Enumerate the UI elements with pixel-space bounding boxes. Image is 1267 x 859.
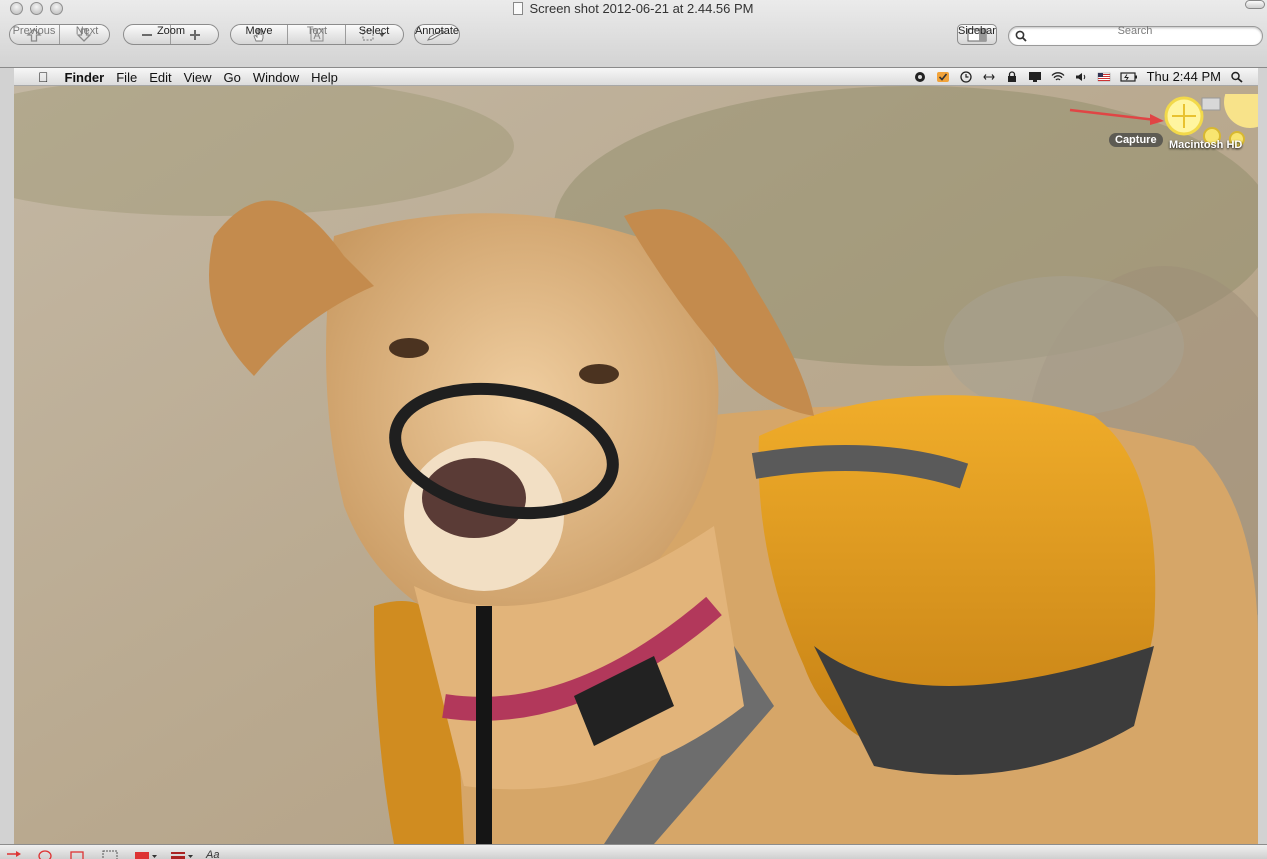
menu-help: Help bbox=[300, 69, 338, 85]
menu-view: View bbox=[173, 69, 212, 85]
search-label: Search bbox=[1117, 25, 1153, 37]
menubar-clock: Thu 2:44 PM bbox=[1146, 69, 1221, 84]
wifi-icon bbox=[1051, 71, 1065, 80]
camera-status-icon bbox=[914, 71, 925, 82]
next-label: Next bbox=[75, 25, 99, 37]
move-label: Move bbox=[245, 25, 273, 37]
macintosh-hd-label: Macintosh HD bbox=[1169, 139, 1243, 151]
menu-go: Go bbox=[213, 69, 241, 85]
dog-photo bbox=[14, 86, 1258, 844]
checkmark-status-icon bbox=[936, 71, 949, 82]
oval-tool-icon[interactable] bbox=[38, 850, 52, 859]
annotate-label: Annotate bbox=[414, 25, 460, 37]
text-box-tool-icon[interactable] bbox=[102, 849, 118, 859]
canvas-margin-right bbox=[1258, 68, 1267, 844]
rectangle-tool-icon[interactable] bbox=[70, 850, 84, 859]
red-arrow-annotation bbox=[1069, 108, 1164, 125]
apple-menu-icon:  bbox=[32, 69, 55, 85]
mac-menubar:  Finder File Edit View Go Window Help T… bbox=[14, 68, 1258, 86]
canvas-margin-left bbox=[0, 68, 14, 844]
select-label: Select bbox=[358, 25, 390, 37]
search-icon bbox=[1015, 30, 1027, 42]
menu-edit: Edit bbox=[138, 69, 171, 85]
lock-icon bbox=[1007, 70, 1016, 82]
previous-label: Previous bbox=[12, 25, 56, 37]
image-canvas[interactable]:  Finder File Edit View Go Window Help T… bbox=[14, 68, 1258, 844]
toolbar-toggle-button[interactable] bbox=[1245, 0, 1265, 9]
text-label: Text bbox=[306, 25, 328, 37]
us-flag-icon bbox=[1097, 72, 1110, 81]
window-title: Screen shot 2012-06-21 at 2.44.56 PM bbox=[0, 1, 1267, 16]
bluetooth-icon bbox=[982, 73, 995, 80]
line-width-icon[interactable] bbox=[170, 850, 194, 859]
time-machine-icon bbox=[959, 70, 972, 83]
sidebar-label: Sidebar bbox=[958, 25, 996, 37]
zoom-label: Zoom bbox=[156, 25, 186, 37]
spotlight-search-icon bbox=[1231, 71, 1243, 83]
menu-file: File bbox=[105, 69, 137, 85]
document-icon bbox=[513, 2, 524, 15]
menu-finder: Finder bbox=[54, 69, 105, 85]
display-icon bbox=[1028, 71, 1041, 82]
arrow-tool-icon[interactable] bbox=[6, 850, 22, 858]
annotations-bar: Aa bbox=[0, 844, 1267, 859]
battery-icon bbox=[1119, 71, 1137, 82]
color-picker-icon[interactable] bbox=[134, 850, 158, 859]
volume-icon bbox=[1075, 72, 1085, 81]
capture-desktop-label: Capture bbox=[1109, 133, 1163, 147]
window-toolbar: Screen shot 2012-06-21 at 2.44.56 PM Pre… bbox=[0, 0, 1267, 68]
font-tool-button[interactable]: Aa bbox=[206, 849, 219, 859]
menu-window: Window bbox=[242, 69, 299, 85]
